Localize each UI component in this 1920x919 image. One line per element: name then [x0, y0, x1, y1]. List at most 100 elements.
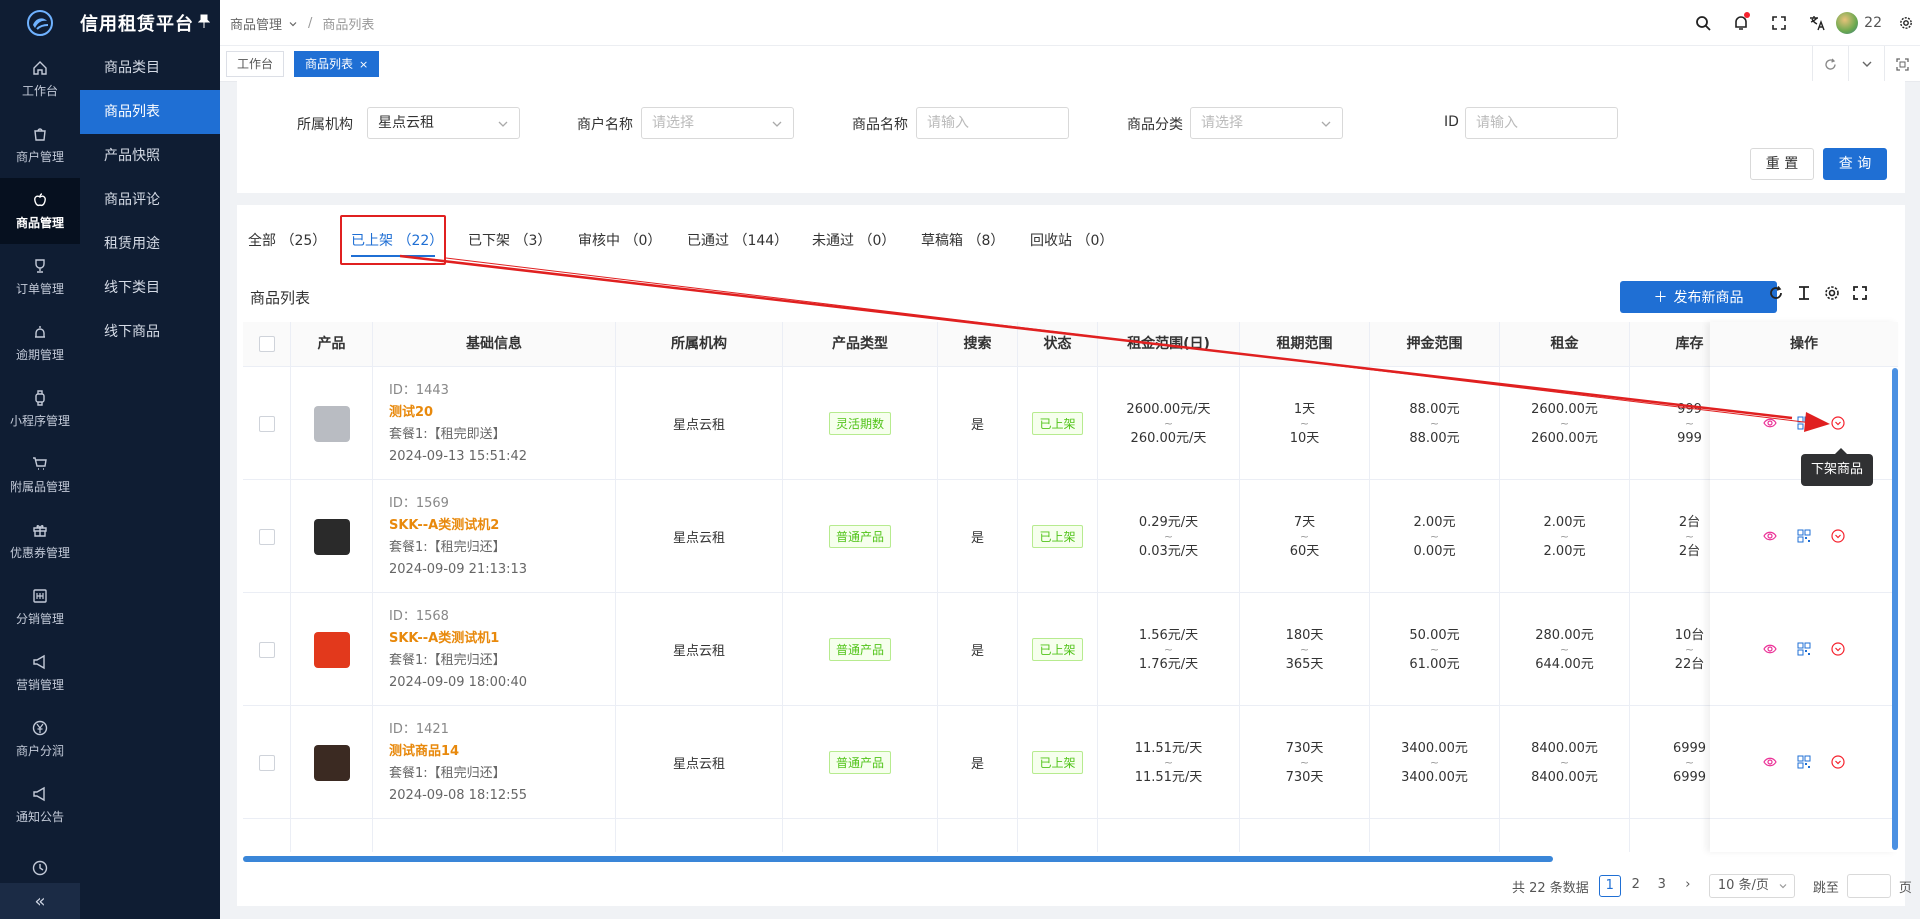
- megaphone-icon: [32, 654, 48, 670]
- qrcode-icon[interactable]: [1797, 755, 1811, 769]
- submenu-item[interactable]: 产品快照: [80, 134, 220, 178]
- submenu-item[interactable]: 租赁用途: [80, 222, 220, 266]
- product-name[interactable]: 测试20: [389, 402, 433, 424]
- rail-item-share[interactable]: 分销管理: [0, 574, 80, 640]
- product-thumbnail[interactable]: [313, 744, 350, 781]
- status-tab[interactable]: 回收站 （0）: [1030, 230, 1113, 250]
- translate-icon[interactable]: [1798, 0, 1836, 46]
- row-checkbox[interactable]: [258, 528, 275, 545]
- unlist-icon[interactable]: [1831, 529, 1845, 543]
- eye-icon[interactable]: [1763, 416, 1777, 430]
- breadcrumb-parent[interactable]: 商品管理: [230, 14, 282, 33]
- row-checkbox[interactable]: [258, 641, 275, 658]
- page-1[interactable]: 1: [1598, 875, 1621, 897]
- eye-icon[interactable]: [1763, 529, 1777, 543]
- table-row[interactable]: ID：1420: [243, 819, 1898, 852]
- refresh-icon[interactable]: [1768, 285, 1784, 301]
- status-tab[interactable]: 未通过 （0）: [812, 230, 895, 250]
- submenu-item[interactable]: 商品评论: [80, 178, 220, 222]
- product-thumbnail[interactable]: [313, 631, 350, 668]
- rail-item-cart[interactable]: 附属品管理: [0, 442, 80, 508]
- product-name[interactable]: 测试商品14: [389, 741, 459, 763]
- qrcode-icon[interactable]: [1797, 529, 1811, 543]
- table-cell: [243, 706, 291, 819]
- page-2[interactable]: 2: [1625, 875, 1647, 897]
- row-checkbox[interactable]: [258, 754, 275, 771]
- avatar[interactable]: [1836, 12, 1859, 34]
- org-select[interactable]: 星点云租: [367, 107, 520, 139]
- qrcode-icon[interactable]: [1797, 642, 1811, 656]
- category-select[interactable]: 请选择: [1190, 107, 1343, 139]
- status-tab[interactable]: 已下架 （3）: [468, 230, 551, 250]
- column-height-icon[interactable]: [1796, 285, 1812, 301]
- sub-menu: 商品类目 商品列表 产品快照 商品评论 租赁用途 线下类目 线下商品: [80, 46, 220, 919]
- eye-icon[interactable]: [1763, 642, 1777, 656]
- user-name[interactable]: 22: [1864, 15, 1882, 31]
- column-header: 搜索: [938, 322, 1018, 367]
- close-icon[interactable]: ×: [359, 58, 368, 71]
- unlist-icon[interactable]: [1831, 755, 1845, 769]
- select-all-checkbox[interactable]: [258, 336, 275, 352]
- chevron-down-icon[interactable]: [1848, 46, 1884, 82]
- status-tab[interactable]: 已通过 （144）: [687, 230, 788, 250]
- next-page-icon[interactable]: ›: [1677, 875, 1699, 897]
- product-name[interactable]: SKK--A类测试机2: [389, 515, 499, 537]
- page-size-select[interactable]: 10 条/页: [1708, 874, 1795, 898]
- submenu-item[interactable]: 商品列表: [80, 90, 220, 134]
- product-name-input[interactable]: 请输入: [916, 107, 1069, 139]
- page-3[interactable]: 3: [1651, 875, 1673, 897]
- jump-page-input[interactable]: [1846, 874, 1891, 898]
- product-thumbnail[interactable]: [313, 405, 350, 442]
- publish-product-button[interactable]: ＋ 发布新商品: [1620, 281, 1777, 313]
- rail-item-gift[interactable]: 优惠券管理: [0, 508, 80, 574]
- row-checkbox[interactable]: [258, 415, 275, 432]
- chevron-down-icon: [1778, 881, 1788, 891]
- table-row[interactable]: ID：1443 测试20 套餐1:【租完即送】 2024-09-13 15:51:42…: [243, 367, 1898, 480]
- status-tab[interactable]: 全部 （25）: [248, 230, 326, 250]
- unlist-icon[interactable]: [1831, 642, 1845, 656]
- shop-icon: [32, 126, 48, 142]
- fullscreen-icon[interactable]: [1852, 285, 1868, 301]
- fullscreen-icon[interactable]: [1760, 0, 1798, 46]
- rail-item-megaphone[interactable]: 营销管理: [0, 640, 80, 706]
- search-icon[interactable]: [1684, 0, 1722, 46]
- status-tab[interactable]: 审核中 （0）: [578, 230, 661, 250]
- reset-button[interactable]: 重 置: [1750, 148, 1814, 180]
- refresh-icon[interactable]: [1812, 46, 1848, 82]
- bell-icon[interactable]: [1722, 0, 1760, 46]
- tab-product-list[interactable]: 商品列表 ×: [294, 51, 380, 77]
- status-tab[interactable]: 草稿箱 （8）: [921, 230, 1004, 250]
- vertical-scrollbar[interactable]: [1892, 368, 1898, 850]
- rail-item-apple[interactable]: 商品管理: [0, 178, 80, 244]
- id-input[interactable]: 请输入: [1465, 107, 1618, 139]
- range-end: 0.03元/天: [1138, 543, 1199, 559]
- maximize-icon[interactable]: [1884, 46, 1920, 82]
- search-button[interactable]: 查 询: [1823, 148, 1887, 180]
- merchant-select[interactable]: 请选择: [641, 107, 794, 139]
- unlist-icon[interactable]: [1831, 416, 1845, 430]
- product-name[interactable]: SKK--A类测试机1: [389, 628, 499, 650]
- qrcode-icon[interactable]: [1797, 416, 1811, 430]
- eye-icon[interactable]: [1763, 755, 1777, 769]
- gear-icon[interactable]: [1892, 0, 1920, 46]
- tab-workbench[interactable]: 工作台: [226, 51, 285, 77]
- range-start: 730天: [1285, 740, 1324, 756]
- rail-item-notice[interactable]: 通知公告: [0, 772, 80, 838]
- table-row[interactable]: ID：1421 测试商品14 套餐1:【租完归还】 2024-09-08 18:12:…: [243, 706, 1898, 819]
- collapse-menu-button[interactable]: «: [0, 883, 80, 919]
- rail-item-trophy[interactable]: 订单管理: [0, 244, 80, 310]
- rail-item-alarm[interactable]: 逾期管理: [0, 310, 80, 376]
- pin-icon[interactable]: [198, 14, 210, 28]
- submenu-item[interactable]: 商品类目: [80, 46, 220, 90]
- rail-item-home[interactable]: 工作台: [0, 46, 80, 112]
- table-row[interactable]: ID：1569 SKK--A类测试机2 套餐1:【租完归还】 2024-09-09 2…: [243, 480, 1898, 593]
- rail-item-watch[interactable]: 小程序管理: [0, 376, 80, 442]
- submenu-item[interactable]: 线下类目: [80, 266, 220, 310]
- horizontal-scrollbar[interactable]: [243, 856, 1553, 862]
- table-row[interactable]: ID：1568 SKK--A类测试机1 套餐1:【租完归还】 2024-09-09 1…: [243, 593, 1898, 706]
- settings-icon[interactable]: [1824, 285, 1840, 301]
- rail-item-shop[interactable]: 商户管理: [0, 112, 80, 178]
- submenu-item[interactable]: 线下商品: [80, 310, 220, 354]
- rail-item-yen[interactable]: 商户分润: [0, 706, 80, 772]
- product-thumbnail[interactable]: [313, 518, 350, 555]
